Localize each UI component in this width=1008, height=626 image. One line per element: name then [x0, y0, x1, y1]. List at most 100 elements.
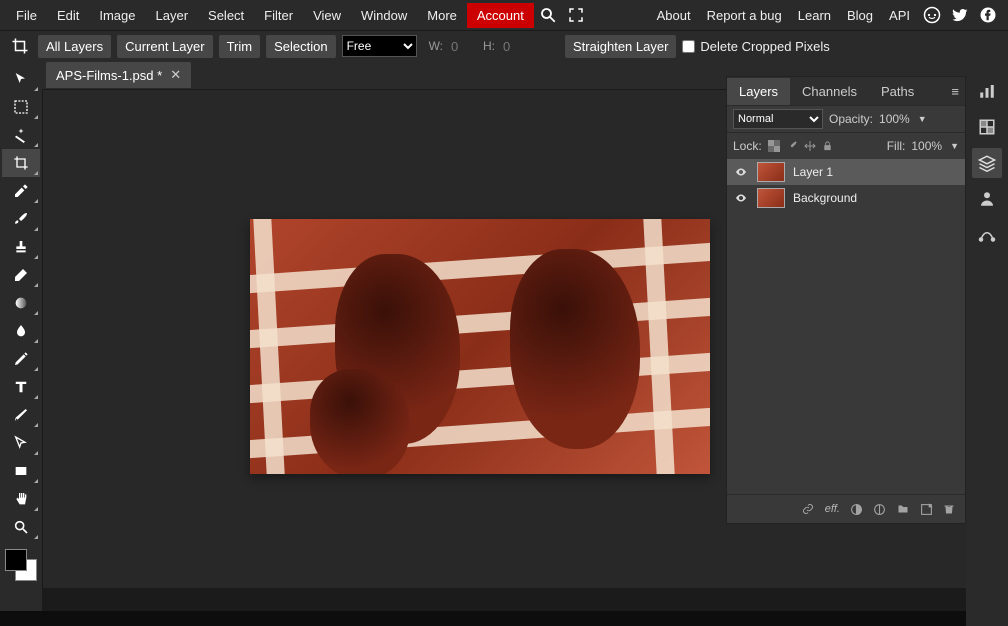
right-panel-bar — [966, 60, 1008, 626]
delete-cropped-label: Delete Cropped Pixels — [700, 39, 829, 54]
menu-filter[interactable]: Filter — [254, 3, 303, 28]
gradient-tool[interactable] — [2, 289, 40, 317]
reddit-icon[interactable] — [922, 5, 942, 25]
menu-bar: File Edit Image Layer Select Filter View… — [0, 0, 1008, 30]
stamp-tool[interactable] — [2, 233, 40, 261]
fill-dropdown-icon[interactable]: ▼ — [950, 141, 959, 151]
menu-more[interactable]: More — [417, 3, 467, 28]
adjustment-layer-icon[interactable] — [873, 503, 886, 516]
lock-all-icon[interactable] — [822, 140, 833, 152]
delete-cropped-checkbox[interactable] — [682, 40, 695, 53]
swatches-panel-icon[interactable] — [972, 112, 1002, 142]
opt-current-layer[interactable]: Current Layer — [117, 35, 212, 58]
opt-straighten[interactable]: Straighten Layer — [565, 35, 676, 58]
histogram-panel-icon[interactable] — [972, 76, 1002, 106]
link-about[interactable]: About — [649, 3, 699, 28]
lock-pixels-icon[interactable] — [786, 140, 798, 152]
options-bar: All Layers Current Layer Trim Selection … — [0, 30, 1008, 61]
blend-mode-select[interactable]: Normal — [733, 109, 823, 129]
blur-tool[interactable] — [2, 317, 40, 345]
menu-select[interactable]: Select — [198, 3, 254, 28]
fill-label: Fill: — [887, 139, 906, 153]
layer-name[interactable]: Background — [793, 191, 857, 205]
paths-panel-icon[interactable] — [972, 220, 1002, 250]
character-panel-icon[interactable] — [972, 184, 1002, 214]
link-api[interactable]: API — [881, 3, 918, 28]
lock-transparency-icon[interactable] — [768, 140, 780, 152]
opt-ratio-select[interactable]: Free — [342, 35, 417, 57]
menu-layer[interactable]: Layer — [146, 3, 199, 28]
layer-thumbnail[interactable] — [757, 188, 785, 208]
wand-tool[interactable] — [2, 121, 40, 149]
type-tool[interactable] — [2, 373, 40, 401]
close-tab-icon[interactable]: ✕ — [170, 67, 181, 83]
width-value[interactable]: 0 — [451, 39, 471, 54]
menu-file[interactable]: File — [6, 3, 47, 28]
panel-tabs: Layers Channels Paths ≡ — [727, 77, 965, 105]
tab-paths[interactable]: Paths — [869, 78, 926, 105]
crop-tool[interactable] — [2, 149, 40, 177]
foreground-color[interactable] — [5, 549, 27, 571]
opt-all-layers[interactable]: All Layers — [38, 35, 111, 58]
opacity-dropdown-icon[interactable]: ▼ — [918, 114, 927, 124]
opt-selection[interactable]: Selection — [266, 35, 335, 58]
hand-tool[interactable] — [2, 485, 40, 513]
tool-indicator-crop-icon — [8, 34, 32, 58]
lock-row: Lock: Fill: 100% ▼ — [727, 132, 965, 159]
link-learn[interactable]: Learn — [790, 3, 839, 28]
height-value[interactable]: 0 — [503, 39, 523, 54]
layers-panel-icon[interactable] — [972, 148, 1002, 178]
link-report-bug[interactable]: Report a bug — [699, 3, 790, 28]
path-tool[interactable] — [2, 401, 40, 429]
layer-row[interactable]: Background — [727, 185, 965, 211]
opacity-label: Opacity: — [829, 112, 873, 126]
twitter-icon[interactable] — [950, 5, 970, 25]
visibility-icon[interactable] — [733, 192, 749, 204]
opacity-value[interactable]: 100% — [879, 112, 910, 126]
move-tool[interactable] — [2, 65, 40, 93]
eyedropper-tool[interactable] — [2, 177, 40, 205]
document-tab[interactable]: APS-Films-1.psd * ✕ — [46, 62, 191, 88]
menu-edit[interactable]: Edit — [47, 3, 89, 28]
blend-row: Normal Opacity: 100% ▼ — [727, 105, 965, 132]
path-select-tool[interactable] — [2, 429, 40, 457]
new-layer-icon[interactable] — [920, 503, 933, 516]
pen-tool[interactable] — [2, 345, 40, 373]
layer-thumbnail[interactable] — [757, 162, 785, 182]
shape-tool[interactable] — [2, 457, 40, 485]
zoom-tool[interactable] — [2, 513, 40, 541]
opt-trim[interactable]: Trim — [219, 35, 261, 58]
height-label: H: — [483, 39, 495, 53]
layer-row[interactable]: Layer 1 — [727, 159, 965, 185]
tab-layers[interactable]: Layers — [727, 78, 790, 105]
link-layers-icon[interactable] — [801, 503, 815, 515]
menu-view[interactable]: View — [303, 3, 351, 28]
link-blog[interactable]: Blog — [839, 3, 881, 28]
layer-list: Layer 1 Background — [727, 159, 965, 494]
color-swatches[interactable] — [5, 549, 37, 581]
layer-footer: eff. — [727, 494, 965, 523]
eraser-tool[interactable] — [2, 261, 40, 289]
layer-effects-icon[interactable]: eff. — [825, 503, 840, 515]
menu-image[interactable]: Image — [89, 3, 145, 28]
layer-name[interactable]: Layer 1 — [793, 165, 833, 179]
menu-window[interactable]: Window — [351, 3, 417, 28]
visibility-icon[interactable] — [733, 166, 749, 178]
new-folder-icon[interactable] — [896, 503, 910, 515]
marquee-tool[interactable] — [2, 93, 40, 121]
menu-account[interactable]: Account — [467, 3, 534, 28]
canvas[interactable] — [250, 219, 710, 474]
fill-value[interactable]: 100% — [911, 139, 942, 153]
search-icon[interactable] — [538, 5, 558, 25]
opt-delete-cropped[interactable]: Delete Cropped Pixels — [682, 39, 829, 54]
lock-label: Lock: — [733, 139, 762, 153]
panel-menu-icon[interactable]: ≡ — [951, 84, 959, 99]
brush-tool[interactable] — [2, 205, 40, 233]
layer-mask-icon[interactable] — [850, 503, 863, 516]
document-tab-title: APS-Films-1.psd * — [56, 68, 162, 83]
lock-position-icon[interactable] — [804, 140, 816, 152]
delete-layer-icon[interactable] — [943, 502, 955, 516]
tab-channels[interactable]: Channels — [790, 78, 869, 105]
fullscreen-icon[interactable] — [566, 5, 586, 25]
facebook-icon[interactable] — [978, 5, 998, 25]
